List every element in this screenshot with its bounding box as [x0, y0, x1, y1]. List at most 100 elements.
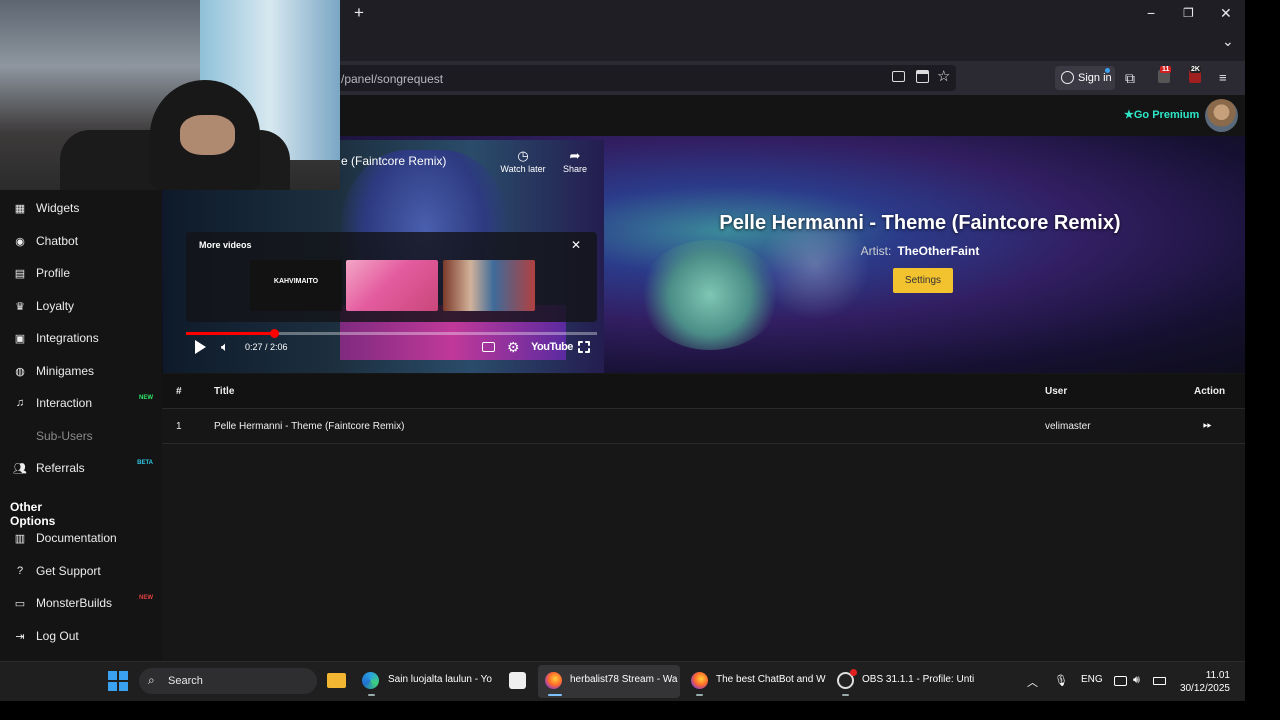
close-window-button[interactable]: ✕: [1220, 5, 1232, 21]
sidebar-item-referrals[interactable]: 👥︎ Referrals BETA: [0, 453, 162, 483]
taskbar-app-firefox[interactable]: herbalist78 Stream - Wa: [570, 674, 677, 685]
app-running-indicator-3: [842, 694, 849, 696]
col-action-header: Action: [1194, 386, 1226, 397]
clock-time: 11.01: [1205, 670, 1230, 681]
question-icon: ?: [16, 565, 24, 577]
edge-browser-icon[interactable]: [362, 672, 379, 689]
sign-in-label: Sign in: [1078, 72, 1112, 84]
language-indicator[interactable]: ENG: [1081, 674, 1103, 685]
artist-line: Artist: TheOtherFaint: [620, 244, 1220, 258]
settings-gear-icon[interactable]: ⚙: [507, 339, 520, 356]
music-note-icon: ♫: [15, 397, 25, 409]
list-tabs-button[interactable]: ⌄: [1222, 33, 1234, 49]
video-title[interactable]: e (Faintcore Remix): [341, 154, 446, 168]
store-icon[interactable]: [509, 672, 526, 689]
watch-later-button[interactable]: ◷ Watch later: [500, 148, 546, 174]
id-card-icon: ▤: [14, 267, 26, 280]
sidebar-item-widgets[interactable]: ▦ Widgets: [0, 193, 162, 223]
sidebar-item-integrations[interactable]: ▣ Integrations: [0, 323, 162, 353]
notification-dot-icon: [1105, 68, 1110, 73]
more-videos-label: More videos: [199, 240, 252, 250]
settings-button[interactable]: Settings: [893, 268, 953, 293]
sidebar-item-label: Loyalty: [36, 299, 75, 313]
video-thumbnail-3[interactable]: [443, 260, 535, 311]
sidebar-item-get-support[interactable]: ? Get Support: [0, 556, 162, 586]
sidebar-item-label: Documentation: [36, 531, 117, 545]
video-thumbnail-2[interactable]: [346, 260, 438, 311]
sidebar-item-documentation[interactable]: ▥ Documentation: [0, 523, 162, 553]
close-icon[interactable]: ✕: [571, 238, 581, 252]
minimize-button[interactable]: −: [1147, 5, 1155, 21]
sidebar-badge: NEW: [139, 595, 153, 601]
star-icon: ★: [1124, 109, 1134, 121]
gamepad-icon: ◍: [15, 365, 25, 378]
row-user: velimaster: [1045, 421, 1091, 432]
display-icon[interactable]: [1114, 676, 1127, 686]
play-icon[interactable]: [195, 340, 206, 354]
webcam-person-face: [180, 115, 235, 155]
share-button[interactable]: ➦ Share: [559, 148, 591, 174]
sidebar-item-chatbot[interactable]: ◉ Chatbot: [0, 226, 162, 256]
restore-button[interactable]: ❐: [1183, 5, 1194, 21]
sidebar-item-profile[interactable]: ▤ Profile: [0, 258, 162, 288]
trophy-icon: ♛: [15, 300, 25, 313]
skip-forward-icon[interactable]: ⏩︎: [1203, 419, 1212, 432]
taskbar-app-obs[interactable]: OBS 31.1.1 - Profile: Unti: [862, 674, 974, 685]
video-thumbnail[interactable]: KAHVIMAITO: [250, 260, 342, 311]
volume-icon[interactable]: 🔈︎: [221, 339, 229, 355]
artist-name: TheOtherFaint: [897, 244, 980, 258]
sidebar-item-monsterbuilds[interactable]: ▭ MonsterBuilds NEW: [0, 588, 162, 618]
firefox-icon-2[interactable]: [691, 672, 708, 689]
sidebar-item-label: Widgets: [36, 201, 80, 215]
file-explorer-icon[interactable]: [327, 673, 346, 688]
share-label: Share: [562, 164, 588, 174]
go-premium-label: Go Premium: [1133, 109, 1200, 121]
recording-dot-icon: [850, 669, 857, 676]
battery-icon[interactable]: [1153, 677, 1166, 685]
thumbnail-text: KAHVIMAITO: [273, 278, 319, 285]
taskbar-app-firefox-2[interactable]: The best ChatBot and W: [716, 674, 826, 685]
sidebar-item-label: Referrals: [36, 461, 85, 475]
taskbar-search-label: Search: [168, 675, 203, 687]
tray-overflow-chevron-icon[interactable]: ︿: [1027, 674, 1038, 690]
sidebar-item-log-out[interactable]: ⇥ Log Out: [0, 621, 162, 651]
extensions-puzzle-icon[interactable]: ⧉: [1125, 70, 1135, 86]
sidebar-item-loyalty[interactable]: ♛ Loyalty: [0, 291, 162, 321]
microphone-icon[interactable]: 🎙︎: [1054, 674, 1068, 687]
new-tab-button[interactable]: +: [354, 4, 364, 21]
sidebar-item-minigames[interactable]: ◍ Minigames: [0, 356, 162, 386]
menu-hamburger-icon[interactable]: ≡: [1219, 70, 1227, 86]
watch-later-label: Watch later: [500, 164, 546, 174]
go-premium-link[interactable]: ★Go Premium: [1124, 108, 1199, 121]
user-avatar[interactable]: [1205, 99, 1238, 132]
youtube-logo[interactable]: YouTube: [531, 341, 573, 353]
sidebar-badge: BETA: [137, 460, 153, 466]
sidebar-item-label: Sub-Users: [36, 429, 93, 443]
picture-in-picture-icon[interactable]: [892, 71, 905, 82]
app-running-indicator-2: [696, 694, 703, 696]
app-running-indicator: [368, 694, 375, 696]
firefox-icon[interactable]: [545, 672, 562, 689]
captions-icon[interactable]: [482, 342, 495, 352]
clock-date: 30/12/2025: [1179, 683, 1230, 694]
col-title-header: Title: [214, 386, 235, 397]
speaker-icon[interactable]: 🔊︎: [1133, 674, 1140, 687]
row-num: 1: [176, 421, 182, 432]
sidebar-item-label: Integrations: [36, 331, 99, 345]
clock-icon: ◷: [517, 148, 529, 163]
sidebar-item-label: MonsterBuilds: [36, 596, 113, 610]
taskbar-search-box[interactable]: [139, 668, 317, 694]
taskbar-clock[interactable]: 11.01 30/12/2025: [1172, 669, 1230, 695]
extension-badge: 11: [1160, 66, 1172, 73]
bookmark-star-icon[interactable]: ☆: [937, 69, 950, 85]
sidebar-item-label: Get Support: [36, 564, 101, 578]
integration-icon: ▣: [14, 332, 26, 345]
progress-scrubber[interactable]: [269, 329, 279, 338]
progress-fill: [186, 332, 274, 335]
col-user-header: User: [1045, 386, 1068, 397]
windows-start-icon[interactable]: [108, 671, 128, 691]
sidebar-item-interaction[interactable]: ♫ Interaction NEW: [0, 388, 162, 418]
reader-view-icon[interactable]: [916, 70, 929, 83]
sidebar-item-sub-users[interactable]: Sub-Users: [0, 421, 162, 451]
taskbar-app-edge[interactable]: Sain luojalta laulun - Yo: [388, 674, 492, 685]
